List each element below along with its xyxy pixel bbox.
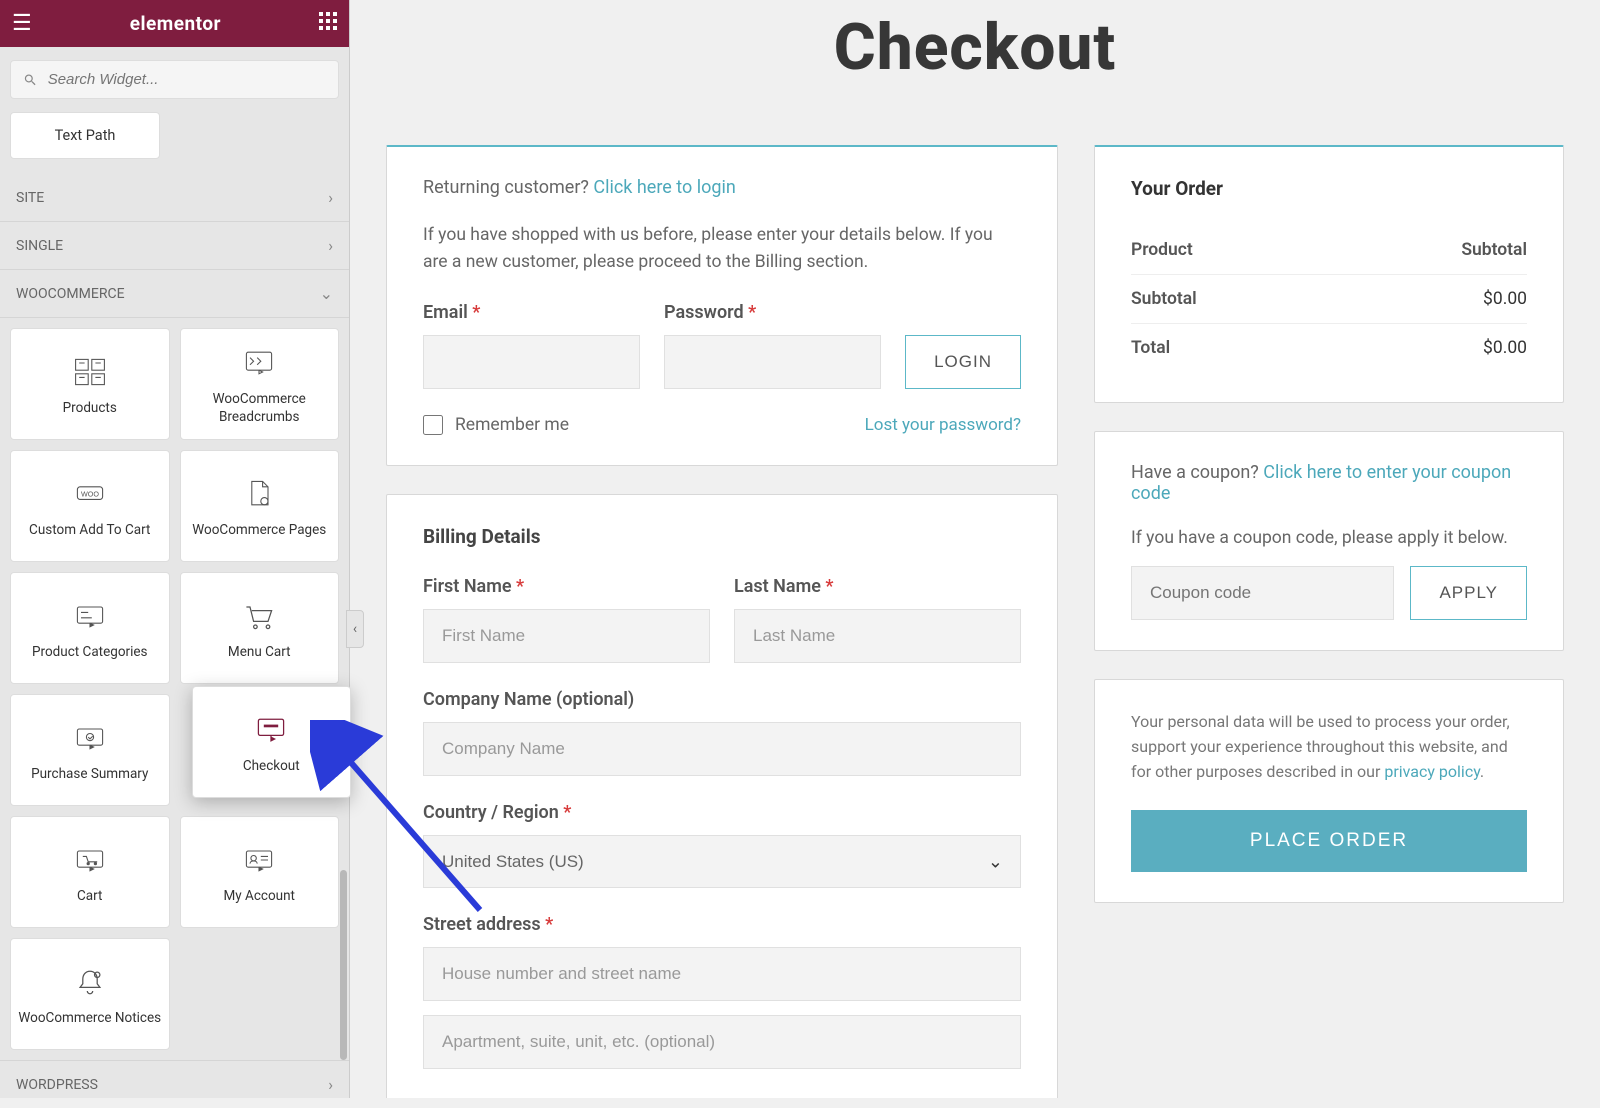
cart-icon (241, 598, 277, 634)
widget-breadcrumbs[interactable]: WooCommerce Breadcrumbs (180, 328, 340, 440)
summary-icon (72, 720, 108, 756)
street-address-1-field[interactable] (423, 947, 1021, 1001)
section-wordpress[interactable]: WORDPRESS › (0, 1060, 349, 1108)
woo-icon: WOO (72, 476, 108, 512)
order-summary-card: Your Order Product Subtotal Subtotal $0.… (1094, 145, 1564, 403)
company-field[interactable] (423, 722, 1021, 776)
remember-me-label[interactable]: Remember me (423, 415, 569, 435)
widget-my-account[interactable]: My Account (180, 816, 340, 928)
widget-pages[interactable]: WooCommerce Pages (180, 450, 340, 562)
chevron-right-icon: › (328, 188, 333, 207)
email-label: Email * (423, 302, 640, 323)
email-field[interactable] (423, 335, 640, 389)
cart-page-icon (72, 842, 108, 878)
search-widget-box[interactable] (10, 60, 339, 99)
scrollbar-thumb[interactable] (340, 870, 347, 1060)
section-site[interactable]: SITE › (0, 174, 349, 222)
place-order-button[interactable]: PLACE ORDER (1131, 810, 1527, 872)
sidebar-header: ☰ elementor (0, 0, 349, 47)
widget-purchase-summary[interactable]: Purchase Summary (10, 694, 170, 806)
country-label: Country / Region * (423, 802, 1021, 823)
section-single[interactable]: SINGLE › (0, 222, 349, 270)
login-button[interactable]: LOGIN (905, 335, 1021, 389)
order-heading: Your Order (1131, 177, 1527, 200)
widget-products[interactable]: Products (10, 328, 170, 440)
returning-customer-prompt: Returning customer? Click here to login (423, 177, 1021, 198)
chevron-right-icon: › (328, 236, 333, 255)
coupon-code-field[interactable] (1131, 566, 1394, 620)
coupon-card: Have a coupon? Click here to enter your … (1094, 431, 1564, 651)
categories-icon (72, 598, 108, 634)
widget-categories[interactable]: Product Categories (10, 572, 170, 684)
company-label: Company Name (optional) (423, 689, 1021, 710)
search-icon (23, 72, 38, 88)
page-title: Checkout (386, 10, 1564, 85)
order-subtotal-row: Subtotal $0.00 (1131, 275, 1527, 324)
coupon-description: If you have a coupon code, please apply … (1131, 528, 1527, 548)
elementor-sidebar: ☰ elementor Text Path SITE › SINGLE › WO… (0, 0, 350, 1098)
privacy-text: Your personal data will be used to proce… (1131, 710, 1527, 784)
login-description: If you have shopped with us before, plea… (423, 222, 1021, 276)
widget-checkout[interactable]: Checkout (192, 686, 352, 798)
lost-password-link[interactable]: Lost your password? (865, 415, 1021, 435)
privacy-policy-link[interactable]: privacy policy (1384, 762, 1480, 781)
hamburger-icon[interactable]: ☰ (12, 11, 32, 36)
main-canvas: Checkout Returning customer? Click here … (350, 0, 1600, 1098)
first-name-label: First Name * (423, 576, 710, 597)
account-icon (241, 842, 277, 878)
search-input[interactable] (48, 71, 326, 88)
section-woocommerce[interactable]: WOOCOMMERCE ⌄ (0, 270, 349, 318)
billing-heading: Billing Details (423, 525, 1021, 548)
billing-card: Billing Details First Name * Last Name *… (386, 494, 1058, 1098)
country-select[interactable]: United States (US) (423, 835, 1021, 888)
coupon-prompt: Have a coupon? Click here to enter your … (1131, 462, 1527, 504)
street-label: Street address * (423, 914, 1021, 935)
password-field[interactable] (664, 335, 881, 389)
remember-me-checkbox[interactable] (423, 415, 443, 435)
sidebar-collapse-handle[interactable]: ‹ (346, 610, 364, 648)
breadcrumbs-icon (241, 345, 277, 381)
apps-grid-icon[interactable] (319, 12, 337, 35)
widget-notices[interactable]: WooCommerce Notices (10, 938, 170, 1050)
login-card: Returning customer? Click here to login … (386, 145, 1058, 466)
apply-coupon-button[interactable]: APPLY (1410, 566, 1527, 620)
first-name-field[interactable] (423, 609, 710, 663)
password-label: Password * (664, 302, 881, 323)
widget-text-path[interactable]: Text Path (10, 112, 160, 159)
chevron-down-icon: ⌄ (320, 284, 333, 303)
login-toggle-link[interactable]: Click here to login (593, 177, 735, 198)
order-total-row: Total $0.00 (1131, 324, 1527, 372)
brand-logo: elementor (130, 12, 221, 35)
last-name-label: Last Name * (734, 576, 1021, 597)
order-header-row: Product Subtotal (1131, 226, 1527, 275)
chevron-right-icon: › (328, 1075, 333, 1094)
widget-menu-cart[interactable]: Menu Cart (180, 572, 340, 684)
street-address-2-field[interactable] (423, 1015, 1021, 1069)
bell-icon (72, 964, 108, 1000)
widget-cart[interactable]: Cart (10, 816, 170, 928)
pages-icon (241, 476, 277, 512)
svg-text:WOO: WOO (81, 490, 99, 499)
privacy-place-order-card: Your personal data will be used to proce… (1094, 679, 1564, 903)
products-icon (72, 354, 108, 390)
widgets-grid: Products WooCommerce Breadcrumbs WOO Cus… (0, 318, 349, 1060)
widget-custom-add-to-cart[interactable]: WOO Custom Add To Cart (10, 450, 170, 562)
checkout-icon (253, 712, 289, 748)
last-name-field[interactable] (734, 609, 1021, 663)
